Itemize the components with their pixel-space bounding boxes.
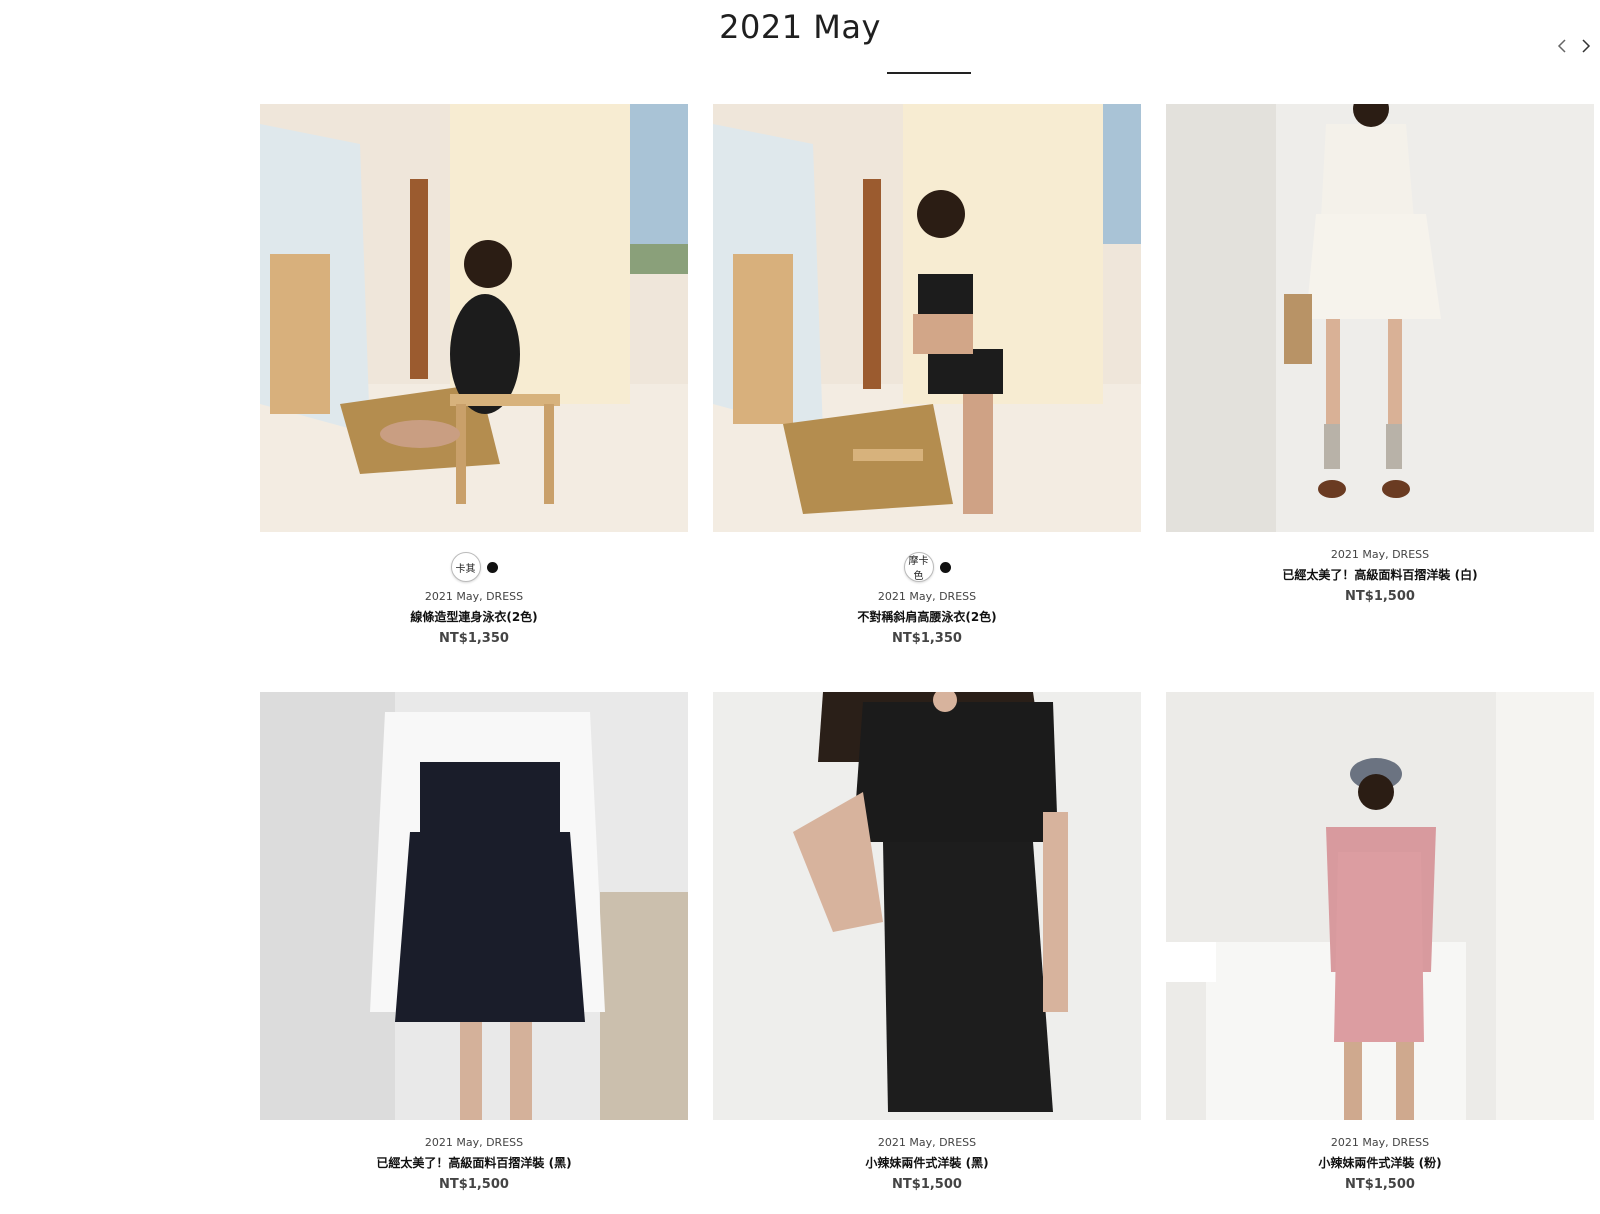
product-image[interactable] <box>713 104 1141 532</box>
product-image[interactable] <box>713 692 1141 1120</box>
product-name[interactable]: 已經太美了！高級面料百摺洋裝 (黑) <box>260 1156 688 1170</box>
product-name[interactable]: 不對稱斜肩高腰泳衣(2色) <box>713 610 1141 624</box>
product-card[interactable]: 卡其 2021 May, DRESS 線條造型連身泳衣(2色) NT$1,350 <box>260 104 688 646</box>
product-card[interactable]: 2021 May, DRESS 小辣妹兩件式洋裝 (黑) NT$1,500 <box>713 692 1141 1192</box>
chevron-right-icon <box>1582 39 1591 53</box>
chevron-left-icon <box>1557 39 1566 53</box>
product-category[interactable]: 2021 May, DRESS <box>260 590 688 604</box>
product-price: NT$1,350 <box>892 631 962 646</box>
carousel-prev-button[interactable] <box>1552 36 1572 56</box>
product-category[interactable]: 2021 May, DRESS <box>260 1136 688 1150</box>
product-name[interactable]: 小辣妹兩件式洋裝 (粉) <box>1166 1156 1594 1170</box>
product-name[interactable]: 小辣妹兩件式洋裝 (黑) <box>713 1156 1141 1170</box>
product-image[interactable] <box>1166 692 1594 1120</box>
product-image[interactable] <box>260 692 688 1120</box>
product-card[interactable]: 2021 May, DRESS 已經太美了！高級面料百摺洋裝 (白) NT$1,… <box>1166 104 1594 604</box>
section-title: 2021 May <box>719 8 881 46</box>
product-category[interactable]: 2021 May, DRESS <box>1166 548 1594 562</box>
product-card[interactable]: 2021 May, DRESS 小辣妹兩件式洋裝 (粉) NT$1,500 <box>1166 692 1594 1192</box>
color-option-mocha[interactable]: 摩卡色 <box>903 552 934 582</box>
product-price: NT$1,500 <box>1345 589 1415 604</box>
color-option-black[interactable] <box>486 561 498 573</box>
product-price: NT$1,500 <box>892 1177 962 1192</box>
product-image[interactable] <box>1166 104 1594 532</box>
product-price: NT$1,500 <box>1345 1177 1415 1192</box>
color-option-khaki[interactable]: 卡其 <box>450 552 481 582</box>
product-name[interactable]: 已經太美了！高級面料百摺洋裝 (白) <box>1166 568 1594 582</box>
product-category[interactable]: 2021 May, DRESS <box>713 590 1141 604</box>
color-option-black[interactable] <box>939 561 951 573</box>
product-price: NT$1,350 <box>439 631 509 646</box>
product-price: NT$1,500 <box>439 1177 509 1192</box>
product-category[interactable]: 2021 May, DRESS <box>713 1136 1141 1150</box>
color-swatches: 卡其 <box>260 552 688 582</box>
product-name[interactable]: 線條造型連身泳衣(2色) <box>260 610 688 624</box>
product-card[interactable]: 摩卡色 2021 May, DRESS 不對稱斜肩高腰泳衣(2色) NT$1,3… <box>713 104 1141 646</box>
product-section: 2021 May 卡其 2021 May, DRESS 線條造型連身泳衣(2色)… <box>0 0 1600 1214</box>
color-swatches: 摩卡色 <box>713 552 1141 582</box>
product-category[interactable]: 2021 May, DRESS <box>1166 1136 1594 1150</box>
product-card[interactable]: 2021 May, DRESS 已經太美了！高級面料百摺洋裝 (黑) NT$1,… <box>260 692 688 1192</box>
title-underline <box>887 72 971 74</box>
carousel-next-button[interactable] <box>1576 36 1596 56</box>
product-image[interactable] <box>260 104 688 532</box>
